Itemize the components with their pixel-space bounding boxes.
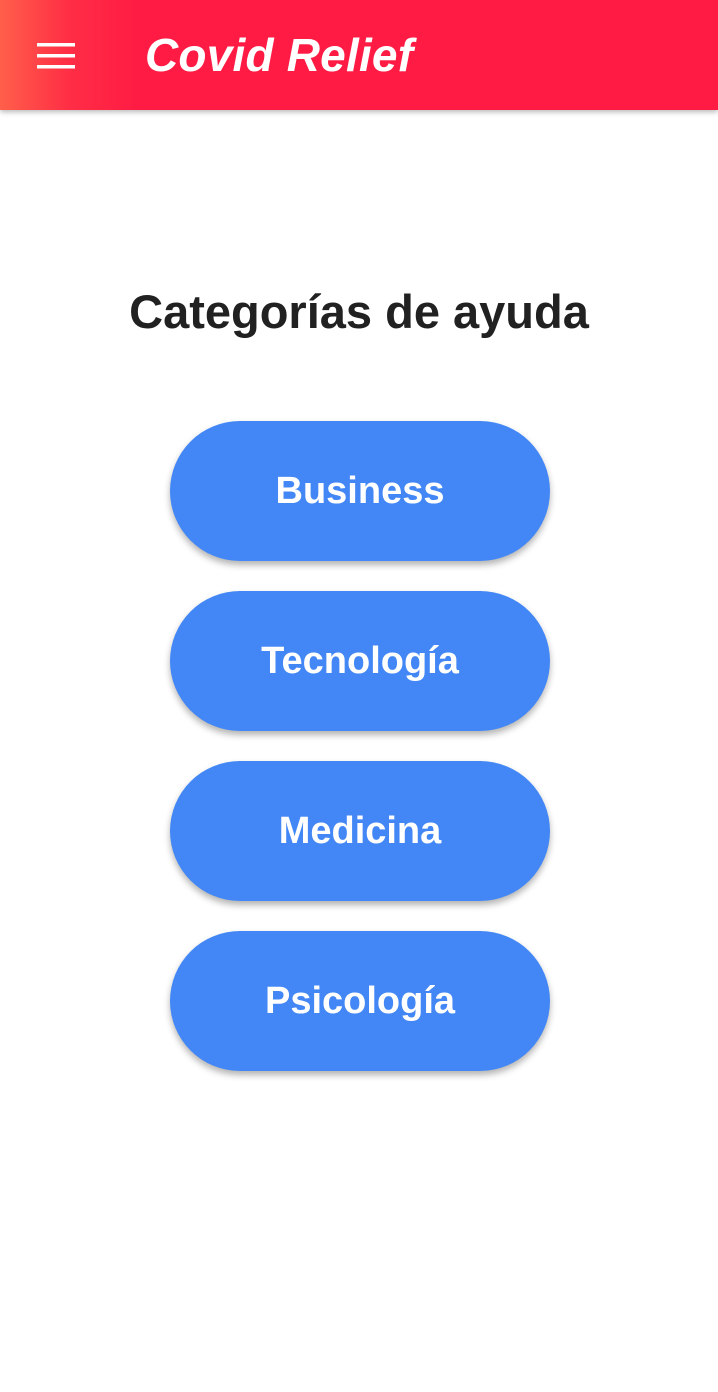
category-business-button[interactable]: Business [170,421,550,561]
page-heading: Categorías de ayuda [129,285,589,338]
category-medicina-button[interactable]: Medicina [170,761,550,901]
category-psicologia-button[interactable]: Psicología [170,931,550,1071]
menu-icon [37,43,75,69]
category-tecnologia-button[interactable]: Tecnología [170,591,550,731]
app-bar: Covid Relief [0,0,718,110]
app-title: Covid Relief [145,29,414,81]
menu-button[interactable] [22,22,90,90]
